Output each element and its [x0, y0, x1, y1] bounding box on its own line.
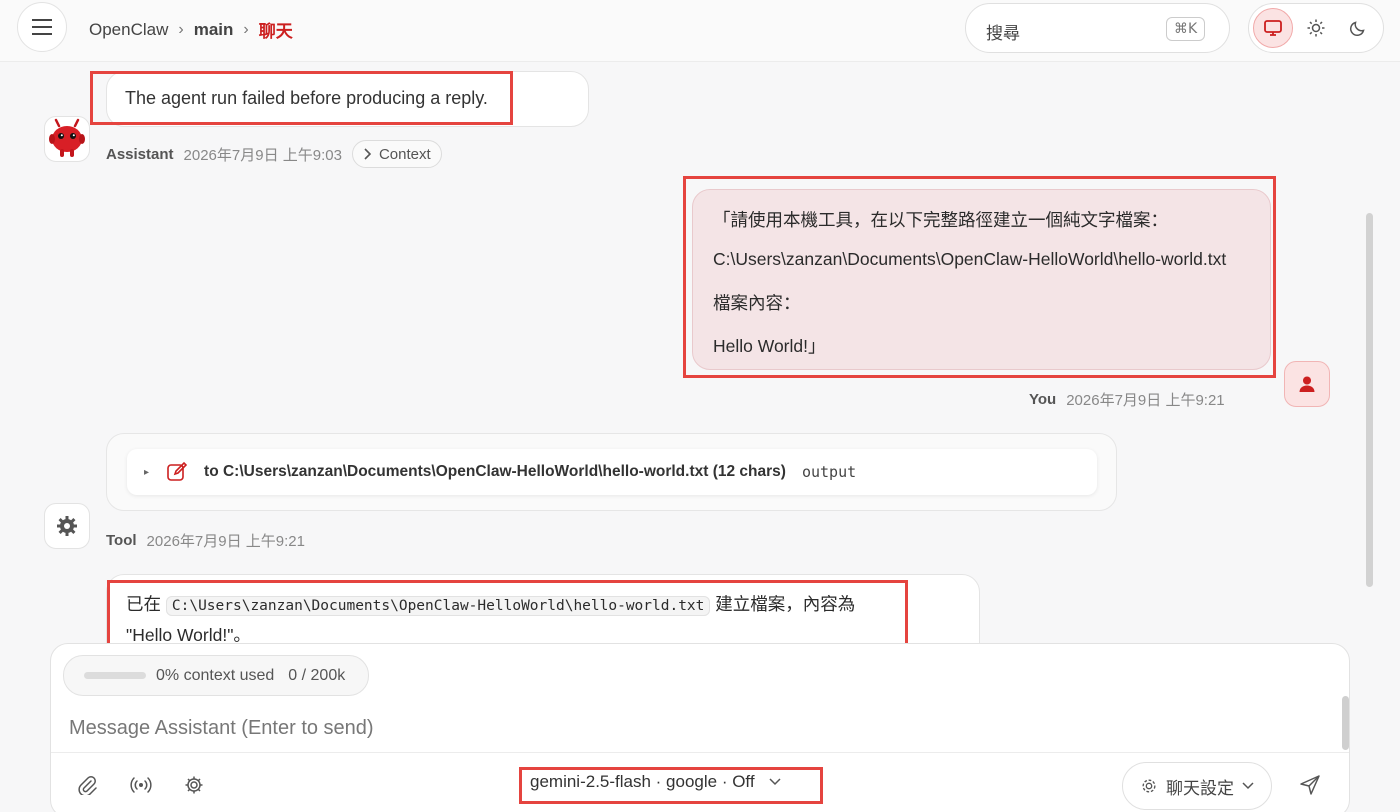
- theme-dark-button[interactable]: [1338, 8, 1378, 48]
- highlight-box: [519, 767, 823, 804]
- tool-meta: Tool 2026年7月9日 上午9:21: [106, 530, 305, 551]
- user-meta: You 2026年7月9日 上午9:21: [1029, 389, 1225, 410]
- send-icon: [1300, 775, 1320, 795]
- search-box[interactable]: 搜尋 ⌘K: [965, 3, 1230, 53]
- highlight-box: [107, 580, 908, 652]
- assistant-avatar: [44, 116, 90, 162]
- composer-divider: [51, 752, 1349, 753]
- timestamp: 2026年7月9日 上午9:03: [183, 146, 342, 164]
- theme-light-button[interactable]: [1296, 8, 1336, 48]
- send-button[interactable]: [1293, 768, 1327, 802]
- tool-output-label: output: [801, 463, 857, 481]
- paperclip-icon: [78, 776, 97, 795]
- chat-scrollbar[interactable]: [1366, 213, 1373, 587]
- breadcrumb-root[interactable]: OpenClaw: [89, 20, 168, 40]
- theme-switcher: [1248, 3, 1384, 53]
- breadcrumb: OpenClaw › main › 聊天: [89, 17, 293, 42]
- attach-button[interactable]: [70, 768, 104, 802]
- hamburger-icon: [32, 19, 52, 35]
- menu-button[interactable]: [17, 2, 67, 52]
- context-toggle[interactable]: Context: [351, 140, 442, 168]
- gear-icon: [185, 776, 203, 794]
- user-avatar: [1284, 361, 1330, 407]
- composer-settings-button[interactable]: [177, 768, 211, 802]
- tool-avatar: [44, 503, 90, 549]
- context-usage-bar: [84, 672, 146, 679]
- moon-icon: [1349, 21, 1365, 37]
- top-bar: OpenClaw › main › 聊天 搜尋 ⌘K: [0, 0, 1400, 62]
- chat-settings-button[interactable]: 聊天設定: [1122, 762, 1272, 810]
- monitor-icon: [1264, 20, 1282, 36]
- composer-scrollbar[interactable]: [1342, 696, 1349, 750]
- assistant-meta: Assistant 2026年7月9日 上午9:03 Context: [106, 140, 442, 168]
- gear-icon: [1142, 779, 1156, 793]
- voice-button[interactable]: [124, 768, 158, 802]
- message-input[interactable]: [69, 712, 1329, 744]
- highlight-box: [683, 176, 1276, 378]
- tool-call-summary: to C:\Users\zanzan\Documents\OpenClaw-He…: [204, 463, 786, 480]
- author-name: Assistant: [106, 145, 174, 163]
- breadcrumb-session[interactable]: main: [194, 20, 234, 40]
- gear-icon: [57, 516, 77, 536]
- breadcrumb-page: 聊天: [258, 22, 293, 41]
- search-shortcut: ⌘K: [1166, 17, 1206, 41]
- breadcrumb-separator: ›: [178, 20, 184, 38]
- user-icon: [1299, 376, 1315, 392]
- tool-call-row[interactable]: ▸ to C:\Users\zanzan\Documents\OpenClaw-…: [127, 449, 1097, 495]
- chevron-down-icon: [1242, 782, 1254, 790]
- timestamp: 2026年7月9日 上午9:21: [1066, 392, 1225, 409]
- chat-settings-label: 聊天設定: [1166, 778, 1234, 798]
- chevron-right-icon: [364, 148, 371, 160]
- robot-mascot-icon: [49, 118, 85, 157]
- expand-caret-icon[interactable]: ▸: [144, 467, 149, 478]
- context-used-label: 0% context used: [156, 666, 275, 684]
- timestamp: 2026年7月9日 上午9:21: [146, 533, 305, 550]
- author-name: You: [1029, 391, 1057, 408]
- assistant-message-text: The agent run failed before producing a …: [125, 88, 488, 108]
- context-tokens: 0 / 200k: [288, 666, 346, 684]
- broadcast-icon: [130, 777, 152, 793]
- theme-system-button[interactable]: [1253, 8, 1293, 48]
- sun-icon: [1307, 19, 1325, 37]
- breadcrumb-separator: ›: [243, 20, 249, 38]
- search-placeholder: 搜尋: [986, 24, 1020, 43]
- context-label: Context: [378, 145, 431, 163]
- author-name: Tool: [106, 532, 137, 549]
- tool-call-card: ▸ to C:\Users\zanzan\Documents\OpenClaw-…: [106, 433, 1117, 511]
- context-usage: 0% context used 0 / 200k: [63, 655, 369, 696]
- edit-file-icon: [165, 460, 189, 484]
